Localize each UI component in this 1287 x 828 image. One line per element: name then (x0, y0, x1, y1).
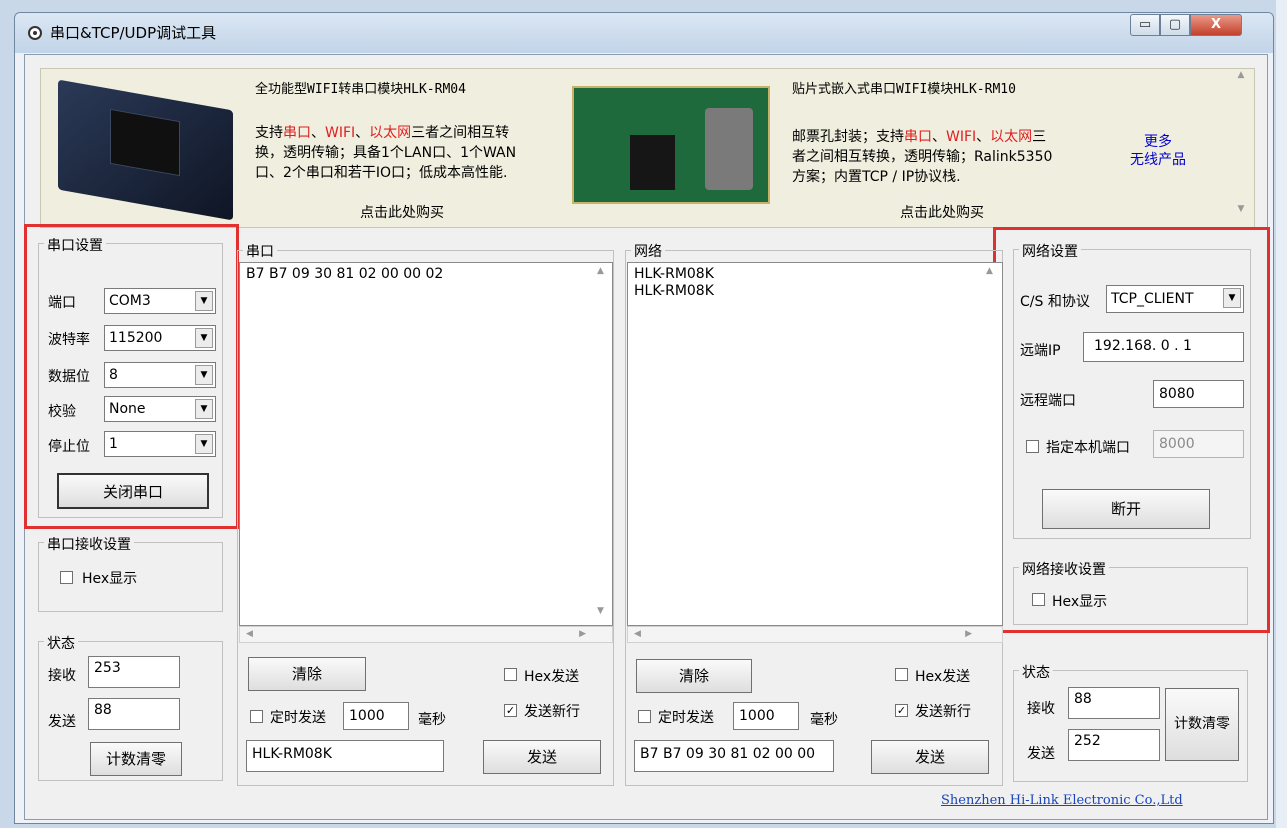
network-send-count-label: 发送 (1027, 746, 1055, 762)
network-send-count: 252 (1068, 729, 1160, 761)
company-link[interactable]: Shenzhen Hi-Link Electronic Co.,Ltd (941, 793, 1183, 808)
serial-status-title: 状态 (44, 633, 78, 653)
serial-hex-display-label: Hex显示 (82, 571, 138, 587)
network-ms-label: 毫秒 (810, 712, 838, 728)
network-hex-send-checkbox[interactable] (895, 668, 908, 681)
rm04-title: 全功能型WIFI转串口模块HLK-RM04 (255, 82, 466, 97)
scroll-up-icon[interactable]: ▲ (986, 266, 993, 276)
disconnect-button[interactable]: 断开 (1042, 489, 1210, 529)
serial-received-text: B7 B7 09 30 81 02 00 00 02 (246, 266, 444, 282)
serial-recv-count: 253 (88, 656, 180, 688)
serial-clear-count-button[interactable]: 计数清零 (90, 742, 182, 776)
serial-ms-label: 毫秒 (418, 712, 446, 728)
serial-send-count: 88 (88, 698, 180, 730)
close-window-button[interactable]: X (1190, 14, 1242, 36)
serial-hex-send-checkbox[interactable] (504, 668, 517, 681)
serial-hex-send-label: Hex发送 (524, 669, 580, 685)
network-recv-settings-title: 网络接收设置 (1019, 559, 1109, 579)
network-receive-area[interactable]: HLK-RM08K HLK-RM08K (627, 262, 1003, 626)
protocol-combo[interactable]: TCP_CLIENT ▼ (1106, 285, 1244, 313)
serial-recv-settings-title: 串口接收设置 (44, 534, 134, 554)
network-send-input[interactable]: B7 B7 09 30 81 02 00 00 (634, 740, 834, 772)
network-clear-button[interactable]: 清除 (636, 659, 752, 693)
chevron-down-icon: ▼ (1223, 288, 1241, 308)
protocol-label: C/S 和协议 (1020, 294, 1090, 310)
serial-timer-input[interactable]: 1000 (343, 702, 409, 730)
serial-send-count-label: 发送 (48, 714, 76, 730)
network-timer-label: 定时发送 (658, 710, 714, 726)
local-port-checkbox[interactable] (1026, 440, 1039, 453)
rm10-buy-link[interactable]: 点击此处购买 (900, 203, 984, 223)
serial-recv-count-label: 接收 (48, 668, 76, 684)
serial-timer-checkbox[interactable] (250, 710, 263, 723)
serial-newline-label: 发送新行 (524, 704, 580, 720)
serial-receive-area[interactable]: B7 B7 09 30 81 02 00 00 02 (239, 262, 613, 626)
rm10-desc-line1: 邮票孔封装；支持串口、WIFI、以太网三 (792, 129, 1047, 145)
network-recv-count: 88 (1068, 687, 1160, 719)
serial-clear-button[interactable]: 清除 (248, 657, 366, 691)
rm10-desc-line2: 者之间相互转换，透明传输；Ralink5350 (792, 149, 1053, 165)
remote-ip-label: 远端IP (1020, 343, 1061, 359)
minimize-button[interactable]: ▭ (1130, 14, 1160, 36)
serial-newline-checkbox[interactable]: ✓ (504, 704, 517, 717)
network-newline-label: 发送新行 (915, 704, 971, 720)
network-hex-display-label: Hex显示 (1052, 594, 1108, 610)
serial-send-input[interactable]: HLK-RM08K (246, 740, 444, 772)
network-panel-title: 网络 (631, 241, 665, 261)
network-hscrollbar[interactable]: ◀ ▶ (627, 626, 1003, 643)
serial-timer-label: 定时发送 (270, 710, 326, 726)
desktop-background (1276, 0, 1287, 828)
serial-panel-title: 串口 (243, 241, 277, 261)
serial-hscrollbar[interactable]: ◀ ▶ (239, 626, 613, 643)
network-hex-send-label: Hex发送 (915, 669, 971, 685)
scroll-down-icon[interactable]: ▼ (597, 606, 604, 616)
app-icon (28, 26, 42, 40)
window-title: 串口&TCP/UDP调试工具 (50, 24, 217, 42)
rm04-desc-line3: 口、2个串口和若干IO口；低成本高性能. (255, 165, 508, 181)
remote-ip-input[interactable]: 192.168. 0 . 1 (1083, 332, 1244, 362)
network-received-line: HLK-RM08K (634, 283, 714, 299)
network-settings-title: 网络设置 (1019, 241, 1081, 261)
network-hex-display-checkbox[interactable] (1032, 593, 1045, 606)
rm04-desc-line2: 换，透明传输；具备1个LAN口、1个WAN (255, 145, 517, 161)
network-received-line: HLK-RM08K (634, 266, 714, 282)
scroll-up-icon[interactable]: ▲ (597, 266, 604, 276)
banner-scrollbar[interactable]: ▲ ▼ (1232, 70, 1250, 226)
rm10-desc-line3: 方案；内置TCP / IP协议栈. (792, 169, 961, 185)
rm04-desc-line1: 支持串口、WIFI、以太网三者之间相互转 (255, 125, 510, 141)
remote-port-input[interactable]: 8080 (1153, 380, 1244, 408)
network-newline-checkbox[interactable]: ✓ (895, 704, 908, 717)
network-clear-count-button[interactable]: 计数清零 (1165, 688, 1239, 761)
network-status-title: 状态 (1019, 662, 1053, 682)
more-products-link[interactable]: 更多 无线产品 (1128, 133, 1188, 169)
network-timer-checkbox[interactable] (638, 710, 651, 723)
network-timer-input[interactable]: 1000 (733, 702, 799, 730)
rm10-shield-image (705, 108, 753, 190)
remote-port-label: 远程端口 (1020, 393, 1076, 409)
rm10-title: 贴片式嵌入式串口WIFI模块HLK-RM10 (792, 82, 1016, 97)
rm10-chip-image (630, 135, 675, 190)
maximize-button[interactable]: ▢ (1160, 14, 1190, 36)
serial-send-button[interactable]: 发送 (483, 740, 601, 774)
network-recv-count-label: 接收 (1027, 701, 1055, 717)
serial-settings-highlight (24, 224, 239, 529)
serial-hex-display-checkbox[interactable] (60, 571, 73, 584)
local-port-label: 指定本机端口 (1046, 440, 1130, 456)
network-send-button[interactable]: 发送 (871, 740, 989, 774)
rm04-buy-link[interactable]: 点击此处购买 (360, 203, 444, 223)
local-port-input[interactable]: 8000 (1153, 430, 1244, 458)
